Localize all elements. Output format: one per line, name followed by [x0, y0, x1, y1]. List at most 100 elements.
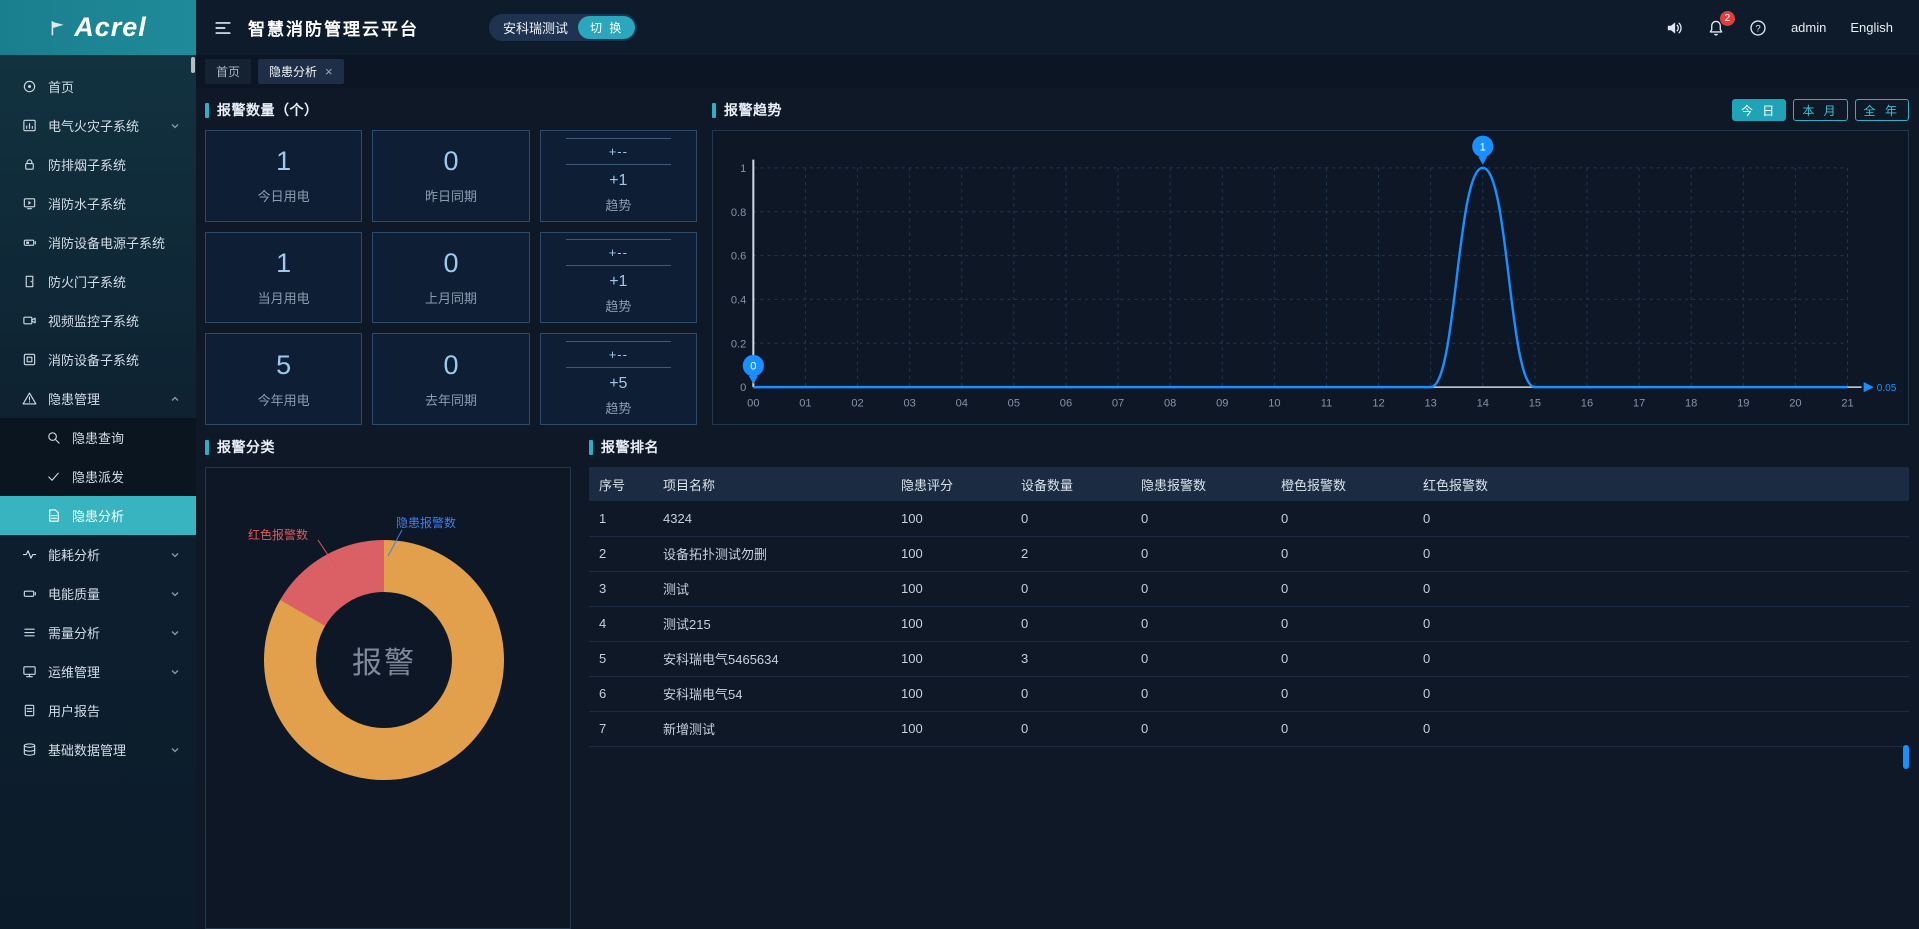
- sidebar-item-label: 防排烟子系统: [48, 155, 180, 174]
- table-cell: 100: [891, 536, 1011, 571]
- column-header-1: 项目名称: [653, 467, 891, 501]
- alarm-ranking-section: 报警排名 序号项目名称隐患评分设备数量隐患报警数橙色报警数红色报警数 14324…: [589, 434, 1909, 929]
- sidebar-item-video-monitor[interactable]: 视频监控子系统: [0, 301, 196, 340]
- sidebar-item-label: 电气火灾子系统: [48, 116, 170, 135]
- sidebar-item-fire-door[interactable]: 防火门子系统: [0, 262, 196, 301]
- tab-home[interactable]: 首页: [205, 59, 251, 84]
- database-icon: [22, 742, 37, 757]
- sidebar-item-hazard-query[interactable]: 隐患查询: [0, 418, 196, 457]
- section-title: 报警排名: [601, 437, 659, 457]
- table-cell: 3: [1011, 641, 1131, 676]
- table-scrollbar-thumb[interactable]: [1903, 745, 1909, 769]
- table-cell: 0: [1011, 711, 1131, 746]
- sidebar-item-hazard-management[interactable]: 隐患管理: [0, 379, 196, 418]
- sidebar-item-ops-management[interactable]: 运维管理: [0, 652, 196, 691]
- divider: [566, 138, 672, 139]
- range-button-month[interactable]: 本 月: [1793, 99, 1847, 121]
- table-cell: 0: [1131, 711, 1271, 746]
- card-value: 0: [443, 248, 458, 279]
- table-cell: 6: [589, 676, 653, 711]
- alarm-ranking-table-wrap: 序号项目名称隐患评分设备数量隐患报警数橙色报警数红色报警数 1432410000…: [589, 467, 1909, 929]
- card-value: 1: [276, 146, 291, 177]
- sidebar-scrollbar[interactable]: [191, 57, 195, 73]
- divider: [566, 239, 672, 240]
- fire-door-icon: [22, 274, 37, 289]
- notifications-bell-icon[interactable]: 2: [1707, 19, 1725, 37]
- pie-label-hazard-alarms: 隐患报警数: [396, 514, 456, 531]
- trend-top-value: +--: [609, 245, 628, 260]
- header-actions: 2 ? admin English: [1665, 19, 1893, 37]
- switch-project-button[interactable]: 切 换: [578, 16, 635, 39]
- card-label: 当月用电: [258, 288, 310, 307]
- table-cell: 0: [1413, 536, 1909, 571]
- table-cell: 0: [1271, 536, 1413, 571]
- sidebar-item-electrical-fire[interactable]: 电气火灾子系统: [0, 106, 196, 145]
- sidebar-item-label: 消防设备电源子系统: [48, 233, 180, 252]
- content: 报警数量（个） 1今日用电0昨日同期+--+1趋势1当月用电0上月同期+--+1…: [196, 88, 1919, 929]
- sidebar-item-label: 消防设备子系统: [48, 350, 180, 369]
- logo-flag-icon: [49, 19, 67, 37]
- sidebar: 首页电气火灾子系统防排烟子系统消防水子系统消防设备电源子系统防火门子系统视频监控…: [0, 55, 196, 929]
- table-cell: 0: [1131, 606, 1271, 641]
- sidebar-item-label: 电能质量: [48, 584, 170, 603]
- language-switch[interactable]: English: [1850, 20, 1893, 35]
- svg-text:08: 08: [1164, 398, 1176, 410]
- stat-card-1: 0昨日同期: [372, 130, 529, 222]
- tabbar: 首页 隐患分析 ×: [196, 55, 1919, 88]
- svg-text:0.6: 0.6: [731, 251, 746, 263]
- sidebar-item-home[interactable]: 首页: [0, 67, 196, 106]
- table-cell: 4324: [653, 501, 891, 536]
- help-icon[interactable]: ?: [1749, 19, 1767, 37]
- range-button-today[interactable]: 今 日: [1732, 99, 1786, 121]
- fire-equipment-icon: [22, 352, 37, 367]
- sidebar-item-equipment-power[interactable]: 消防设备电源子系统: [0, 223, 196, 262]
- sidebar-item-label: 防火门子系统: [48, 272, 180, 291]
- sidebar-item-power-quality[interactable]: 电能质量: [0, 574, 196, 613]
- sidebar-item-energy-analysis[interactable]: 能耗分析: [0, 535, 196, 574]
- svg-text:19: 19: [1737, 398, 1749, 410]
- table-cell: 设备拓扑测试勿删: [653, 536, 891, 571]
- top-row: 报警数量（个） 1今日用电0昨日同期+--+1趋势1当月用电0上月同期+--+1…: [205, 97, 1909, 425]
- table-cell: 0: [1271, 711, 1413, 746]
- table-cell: 0: [1271, 676, 1413, 711]
- sidebar-item-fire-equipment[interactable]: 消防设备子系统: [0, 340, 196, 379]
- report-icon: [22, 703, 37, 718]
- table-cell: 0: [1011, 571, 1131, 606]
- check-icon: [46, 469, 61, 484]
- table-cell: 2: [1011, 536, 1131, 571]
- tab-close-icon[interactable]: ×: [325, 65, 333, 78]
- column-header-2: 隐患评分: [891, 467, 1011, 501]
- admin-menu[interactable]: admin: [1791, 20, 1826, 35]
- volume-icon[interactable]: [1665, 19, 1683, 37]
- range-button-year[interactable]: 全 年: [1855, 99, 1909, 121]
- divider: [566, 367, 672, 368]
- divider: [566, 265, 672, 266]
- sidebar-item-label: 隐患派发: [72, 467, 180, 486]
- sidebar-item-base-data[interactable]: 基础数据管理: [0, 730, 196, 769]
- sidebar-item-user-report[interactable]: 用户报告: [0, 691, 196, 730]
- tab-label: 首页: [216, 63, 240, 80]
- tab-hazard-analysis[interactable]: 隐患分析 ×: [258, 59, 344, 84]
- card-label: 趋势: [605, 195, 631, 214]
- sidebar-collapse-icon[interactable]: [214, 19, 232, 37]
- section-accent-bar: [205, 440, 209, 455]
- sidebar-item-hazard-analysis[interactable]: 隐患分析: [0, 496, 196, 535]
- sidebar-item-smoke-exhaust[interactable]: 防排烟子系统: [0, 145, 196, 184]
- sidebar-item-demand-analysis[interactable]: 需量分析: [0, 613, 196, 652]
- svg-text:1: 1: [740, 163, 746, 175]
- svg-text:03: 03: [903, 398, 915, 410]
- sidebar-item-hazard-dispatch[interactable]: 隐患派发: [0, 457, 196, 496]
- stat-card-4: 0上月同期: [372, 232, 529, 324]
- alarm-trend-line-chart: 00.20.40.60.8100010203040506070809101112…: [713, 131, 1908, 424]
- svg-text:04: 04: [956, 398, 968, 410]
- stat-card-0: 1今日用电: [205, 130, 362, 222]
- table-cell: 安科瑞电气54: [653, 676, 891, 711]
- table-cell: 7: [589, 711, 653, 746]
- table-cell: 4: [589, 606, 653, 641]
- table-cell: 2: [589, 536, 653, 571]
- table-cell: 0: [1131, 501, 1271, 536]
- table-cell: 0: [1131, 676, 1271, 711]
- sidebar-item-fire-water[interactable]: 消防水子系统: [0, 184, 196, 223]
- video-monitor-icon: [22, 313, 37, 328]
- chevron-down-icon: [170, 589, 180, 599]
